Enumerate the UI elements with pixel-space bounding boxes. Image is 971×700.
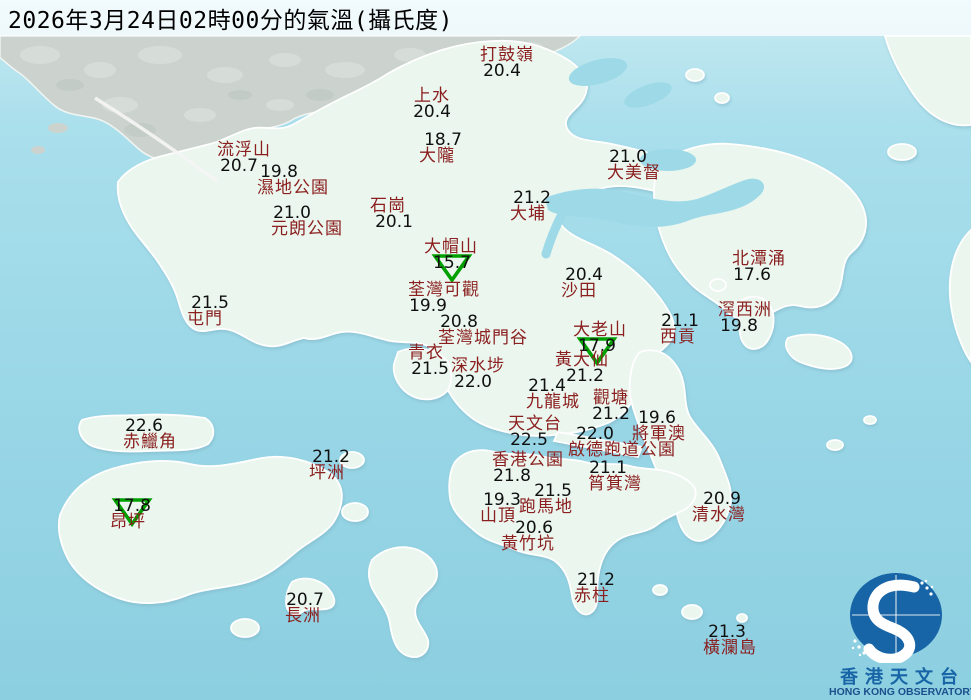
station-value: 19.8 [712, 318, 766, 334]
station-name: 筲箕灣 [588, 476, 642, 492]
station-name: 大隴 [418, 148, 456, 164]
station-name: 啟德跑道公園 [568, 442, 676, 458]
station-label: 22.6赤鱲角 [123, 418, 177, 450]
station-label: 21.2坪洲 [308, 449, 346, 481]
station-label: 18.7大隴 [418, 132, 456, 164]
station-label: 20.6黃竹坑 [501, 520, 555, 552]
station-name: 沙田 [560, 283, 598, 299]
station-name: 黃竹坑 [501, 536, 555, 552]
station-label: 20.9清水灣 [692, 491, 746, 523]
station-label: 21.5屯門 [186, 295, 224, 327]
station-name: 屯門 [186, 311, 224, 327]
station-label: 22.0啟德跑道公園 [568, 426, 676, 458]
station-name: 橫瀾島 [703, 640, 757, 656]
hko-logo: 香港天文台 HONG KONG OBSERVATORY [829, 567, 969, 698]
station-label: 20.4沙田 [560, 267, 598, 299]
station-label: 北潭涌17.6 [732, 251, 786, 283]
station-label: 21.4九龍城 [526, 378, 580, 410]
station-label: 深水埗22.0 [451, 358, 505, 390]
station-value: 22.0 [446, 374, 500, 390]
station-label: 打鼓嶺20.4 [480, 47, 534, 79]
station-name: 赤鱲角 [123, 434, 177, 450]
station-name: 元朗公園 [271, 221, 343, 237]
station-label: 21.1筲箕灣 [588, 460, 642, 492]
station-value: 20.1 [375, 214, 413, 230]
station-name: 九龍城 [526, 394, 580, 410]
station-name: 濕地公園 [257, 180, 329, 196]
station-label: 21.5跑馬地 [519, 483, 573, 515]
station-value: 15.7 [425, 255, 479, 271]
station-label: 觀塘21.2 [592, 390, 630, 422]
station-label: 21.2赤柱 [573, 572, 611, 604]
station-name: 西貢 [659, 329, 697, 345]
map-title: 2026年3月24日02時00分的氣溫(攝氏度) [0, 1, 453, 35]
station-label: 香港公園21.8 [492, 452, 564, 484]
station-value: 20.4 [475, 63, 529, 79]
station-label: 青衣21.5 [407, 345, 445, 377]
station-label: 21.3橫瀾島 [703, 624, 757, 656]
station-name: 長洲 [284, 608, 322, 624]
station-label: 滘西洲19.8 [718, 302, 772, 334]
station-name: 跑馬地 [519, 499, 573, 515]
hko-logo-english-name: HONG KONG OBSERVATORY [829, 686, 969, 698]
station-label: 荃灣可觀19.9 [408, 282, 480, 314]
station-name: 赤柱 [573, 588, 611, 604]
station-label: 17.8昂坪 [109, 498, 147, 530]
station-label: 21.0元朗公園 [271, 205, 343, 237]
station-name: 荃灣城門谷 [438, 330, 528, 346]
station-name: 大美督 [607, 165, 661, 181]
station-name: 清水灣 [692, 507, 746, 523]
station-value: 17.6 [725, 267, 779, 283]
station-label: 上水20.4 [413, 88, 451, 120]
title-bar: 2026年3月24日02時00分的氣溫(攝氏度) [0, 0, 971, 36]
station-label: 20.7長洲 [284, 592, 322, 624]
station-value: 21.5 [411, 361, 449, 377]
station-label: 石崗20.1 [369, 198, 407, 230]
station-label: 19.8濕地公園 [257, 164, 329, 196]
hko-temperature-map-screen: 打鼓嶺20.4上水20.418.7大隴21.0大美督流浮山20.719.8濕地公… [0, 0, 971, 700]
station-label: 21.2大埔 [509, 190, 547, 222]
station-name: 昂坪 [109, 514, 147, 530]
station-label: 大帽山15.7 [424, 239, 478, 271]
station-name: 坪洲 [308, 465, 346, 481]
stations-layer: 打鼓嶺20.4上水20.418.7大隴21.0大美督流浮山20.719.8濕地公… [0, 0, 971, 700]
hko-logo-icon [834, 567, 964, 663]
station-label: 21.1西貢 [659, 313, 697, 345]
station-value: 21.2 [592, 406, 630, 422]
hko-logo-chinese-name: 香港天文台 [836, 668, 969, 686]
station-value: 20.4 [413, 104, 451, 120]
station-name: 大埔 [509, 206, 547, 222]
station-label: 21.0大美督 [607, 149, 661, 181]
station-label: 20.8荃灣城門谷 [438, 314, 528, 346]
